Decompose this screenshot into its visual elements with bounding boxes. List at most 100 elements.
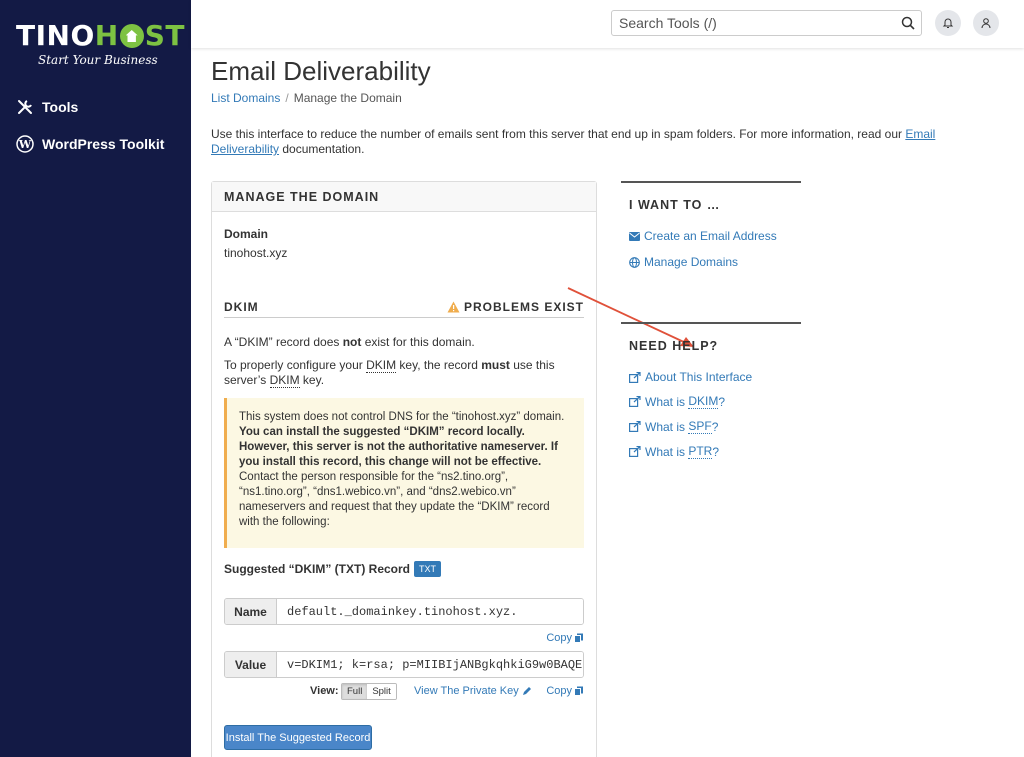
copy-label: Copy (546, 632, 572, 644)
user-icon (981, 18, 991, 29)
warn-part-c: Contact the person responsible for the “… (239, 471, 550, 528)
suggested-record-text: Suggested “DKIM” (TXT) Record (224, 562, 411, 576)
record-type-badge: TXT (414, 561, 442, 577)
notifications-button[interactable] (935, 10, 961, 36)
copy-icon (574, 633, 583, 643)
dkim-status: PROBLEMS EXIST (447, 300, 584, 314)
what-is-ptr-link[interactable]: What is PTR? (629, 444, 801, 459)
copy-label: Copy (546, 685, 572, 697)
what-is-spf-link[interactable]: What is SPF? (629, 419, 801, 434)
bell-icon (942, 18, 954, 28)
external-link-icon (629, 421, 641, 432)
what-is-label: What is (645, 394, 689, 409)
sidebar-item-label: Tools (42, 99, 79, 115)
search-icon[interactable] (901, 16, 915, 33)
globe-icon (629, 256, 640, 268)
suggested-record-label: Suggested “DKIM” (TXT) Record TXT (224, 561, 442, 577)
create-email-link[interactable]: Create an Email Address (629, 229, 801, 243)
panel-heading: MANAGE THE DOMAIN (212, 182, 596, 212)
logo-text-tino: TINO (16, 19, 95, 52)
logo-text-st: ST (144, 19, 185, 52)
pencil-icon (522, 687, 531, 695)
external-link-icon (629, 396, 641, 407)
record-name-input[interactable] (277, 599, 583, 624)
dkim-section-header: DKIM PROBLEMS EXIST (224, 298, 584, 318)
about-interface-link[interactable]: About This Interface (629, 370, 801, 384)
external-link-icon (629, 371, 641, 383)
dkim-abbr: DKIM (688, 394, 719, 409)
dns-warning-callout: This system does not control DNS for the… (224, 398, 584, 548)
what-is-label: What is (645, 444, 689, 459)
p2-part-a: To properly configure your (224, 358, 367, 372)
dkim-config-text: To properly configure your DKIM key, the… (224, 358, 574, 388)
what-is-label: What is (645, 419, 689, 434)
install-suggested-record-button[interactable]: Install The Suggested Record (224, 725, 372, 750)
dkim-abbr: DKIM (269, 373, 300, 388)
logo-tagline: Start Your Business (38, 53, 158, 67)
search-box (611, 10, 922, 36)
top-bar (191, 0, 1024, 48)
copy-name-button[interactable]: Copy (546, 632, 584, 644)
i-want-to-title: I WANT TO … (629, 198, 721, 212)
domain-label: Domain (224, 227, 269, 241)
domain-value: tinohost.xyz (224, 246, 288, 260)
dkim-missing-text: A “DKIM” record does not exist for this … (224, 335, 475, 349)
breadcrumb: List Domains / Manage the Domain (211, 91, 402, 105)
breadcrumb-separator: / (285, 91, 289, 105)
logo[interactable]: TINOH ST Start Your Business (16, 19, 184, 68)
p1-part-c: exist for this domain. (361, 335, 475, 349)
intro-text: Use this interface to reduce the number … (211, 127, 951, 157)
p2-part-c: key, the record (396, 358, 482, 372)
private-key-link-label: View The Private Key (414, 685, 519, 697)
house-icon (119, 24, 144, 48)
logo-text-h: H (94, 19, 119, 52)
what-is-dkim-link[interactable]: What is DKIM? (629, 394, 801, 409)
create-email-label: Create an Email Address (644, 229, 777, 243)
spf-abbr: SPF (688, 419, 712, 434)
intro-text-body: Use this interface to reduce the number … (211, 127, 906, 141)
p1-part-a: A “DKIM” record does (224, 335, 343, 349)
search-input[interactable] (612, 11, 892, 35)
value-addon-label: Value (225, 652, 277, 677)
name-addon-label: Name (225, 599, 277, 624)
i-want-to-box: I WANT TO … Create an Email Address Mana… (621, 181, 801, 269)
p1-part-b: not (342, 335, 362, 349)
page-title: Email Deliverability (211, 56, 431, 86)
p2-part-g: key. (299, 373, 325, 387)
sidebar-nav: Tools W WordPress Toolkit (0, 92, 191, 166)
p2-part-d: must (481, 358, 510, 372)
warn-part-b: You can install the suggested “DKIM” rec… (239, 426, 558, 468)
tools-icon (18, 100, 32, 114)
record-name-field: Name (224, 598, 584, 625)
warn-part-a: This system does not control DNS for the… (239, 411, 565, 423)
sidebar-item-wordpress-toolkit[interactable]: W WordPress Toolkit (0, 129, 191, 159)
manage-domains-link[interactable]: Manage Domains (629, 255, 801, 269)
copy-icon (574, 686, 583, 696)
need-help-title: NEED HELP? (629, 339, 719, 353)
dkim-title: DKIM (224, 300, 259, 314)
record-value-input[interactable] (277, 652, 583, 677)
copy-value-button[interactable]: Copy (546, 685, 584, 697)
manage-domains-label: Manage Domains (644, 255, 739, 269)
view-toggle: Full Split (341, 683, 397, 700)
svg-text:W: W (18, 138, 32, 151)
ptr-abbr: PTR (688, 444, 713, 459)
view-private-key-link[interactable]: View The Private Key (414, 685, 532, 697)
sidebar-item-tools[interactable]: Tools (0, 92, 191, 122)
sidebar: TINOH ST Start Your Business Tools W Word… (0, 0, 191, 757)
breadcrumb-link-list-domains[interactable]: List Domains (211, 91, 280, 105)
sidebar-item-label: WordPress Toolkit (42, 136, 165, 152)
logo-wordmark: TINOH ST (16, 19, 184, 52)
envelope-icon (629, 231, 640, 241)
view-options-row: View: Full Split View The Private Key Co… (224, 682, 584, 702)
view-full-button[interactable]: Full (342, 684, 368, 699)
breadcrumb-current: Manage the Domain (293, 91, 402, 105)
wordpress-icon: W (16, 135, 34, 153)
warning-icon (447, 301, 460, 313)
dkim-abbr: DKIM (366, 358, 397, 373)
user-menu-button[interactable] (973, 10, 999, 36)
record-value-field: Value (224, 651, 584, 678)
external-link-icon (629, 446, 641, 457)
view-split-button[interactable]: Split (367, 684, 396, 699)
manage-domain-panel: MANAGE THE DOMAIN Domain tinohost.xyz DK… (211, 181, 597, 757)
